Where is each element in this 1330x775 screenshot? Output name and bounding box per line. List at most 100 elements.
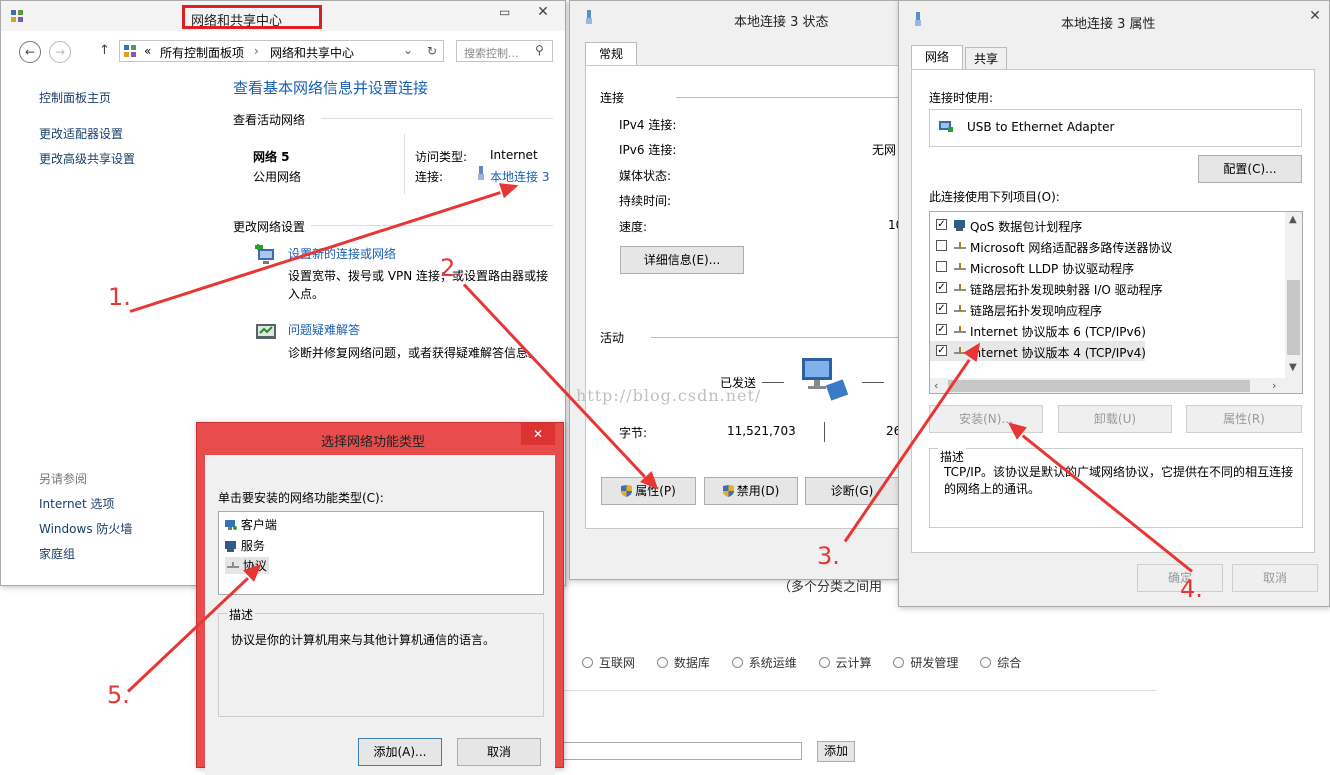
back-button[interactable]: ← — [19, 41, 41, 63]
see-also-homegroup[interactable]: 家庭组 — [39, 545, 75, 562]
component-checkbox[interactable] — [936, 240, 947, 251]
minimize-button[interactable]: ▭ — [499, 5, 510, 19]
category-radio[interactable]: 互联网 — [582, 656, 635, 670]
refresh-button[interactable]: ↻ — [422, 41, 442, 61]
item-properties-button[interactable]: 属性(R) — [1186, 405, 1302, 433]
uninstall-button[interactable]: 卸载(U) — [1058, 405, 1172, 433]
category-radio[interactable]: 研发管理 — [893, 656, 958, 670]
status-disable-button[interactable]: 禁用(D) — [704, 477, 798, 505]
select-cancel-button[interactable]: 取消 — [457, 738, 541, 766]
feature-service[interactable]: 服务 — [225, 537, 265, 554]
active-networks-divider — [321, 118, 553, 119]
feature-client[interactable]: 客户端 — [225, 516, 277, 533]
component-checkbox[interactable] — [936, 261, 947, 272]
search-input[interactable]: 搜索控制... ⚲ — [456, 40, 553, 62]
page-title: 查看基本网络信息并设置连接 — [233, 79, 429, 97]
protocol-icon — [227, 560, 239, 572]
component-list-item[interactable]: Microsoft LLDP 协议驱动程序 — [930, 257, 1280, 277]
component-label: Microsoft 网络适配器多路传送器协议 — [970, 241, 1173, 255]
see-also-firewall[interactable]: Windows 防火墙 — [39, 520, 132, 537]
change-settings-heading: 更改网络设置 — [233, 220, 306, 234]
component-checkbox[interactable]: ✓ — [936, 282, 947, 293]
feature-type-list[interactable]: 客户端 服务 协议 — [218, 511, 544, 595]
address-dropdown-icon[interactable]: ⌄ — [403, 43, 413, 57]
annotation-4: 4. — [1180, 575, 1203, 603]
up-button[interactable]: ↑ — [99, 43, 110, 58]
tag-add-button[interactable]: 添加 — [817, 741, 855, 762]
bytes-divider — [824, 422, 825, 442]
properties-network-panel: 连接时使用: USB to Ethernet Adapter 配置(C)... … — [911, 69, 1315, 553]
protocol-icon — [953, 239, 967, 253]
component-label: 链路层拓扑发现响应程序 — [970, 304, 1103, 318]
active-networks-heading: 查看活动网络 — [233, 113, 306, 127]
component-list-item[interactable]: ✓ QoS 数据包计划程序 — [930, 215, 1280, 235]
connection-label: 连接: — [415, 170, 444, 184]
client-icon — [225, 519, 237, 531]
vertical-scrollbar[interactable]: ▲ ▼ — [1285, 212, 1302, 379]
category-radio[interactable]: 数据库 — [656, 656, 710, 670]
configure-button[interactable]: 配置(C)... — [1198, 155, 1302, 183]
category-radio[interactable]: 综合 — [980, 656, 1021, 670]
component-list-item[interactable]: ✓ Internet 协议版本 6 (TCP/IPv6) — [930, 320, 1280, 340]
bytes-label: 字节: — [619, 426, 648, 440]
adapter-icon — [938, 118, 954, 134]
tab-general[interactable]: 常规 — [585, 42, 637, 66]
component-list-item[interactable]: ✓ 链路层拓扑发现响应程序 — [930, 299, 1280, 319]
component-checkbox[interactable]: ✓ — [936, 345, 947, 356]
breadcrumb-nsc[interactable]: 网络和共享中心 — [270, 44, 354, 61]
select-description-group: 描述 协议是你的计算机用来与其他计算机通信的语言。 — [218, 606, 544, 717]
sidebar-item-home[interactable]: 控制面板主页 — [39, 89, 111, 106]
horizontal-scrollbar[interactable]: ‹ › — [930, 378, 1302, 393]
add-button[interactable]: 添加(A)... — [358, 738, 442, 766]
component-checkbox[interactable]: ✓ — [936, 219, 947, 230]
tab-sharing[interactable]: 共享 — [965, 47, 1007, 69]
background-divider — [562, 690, 1157, 691]
search-icon[interactable]: ⚲ — [535, 43, 544, 57]
annotation-3: 3. — [817, 542, 840, 570]
network-type: 公用网络 — [253, 170, 302, 184]
component-list-item[interactable]: ✓ 链路层拓扑发现映射器 I/O 驱动程序 — [930, 278, 1280, 298]
select-dialog-close-button[interactable]: ✕ — [521, 423, 555, 445]
properties-close-button[interactable]: ✕ — [1295, 5, 1330, 27]
category-radio-group: 互联网 数据库 系统运维 云计算 研发管理 综合 — [582, 654, 1021, 671]
category-radio[interactable]: 云计算 — [818, 656, 872, 670]
components-list[interactable]: ✓ QoS 数据包计划程序 Microsoft 网络适配器多路传送器协议 Micros… — [929, 211, 1303, 394]
scroll-left-icon[interactable]: ‹ — [934, 379, 938, 392]
component-label: Internet 协议版本 4 (TCP/IPv4) — [970, 346, 1146, 360]
usb-adapter-icon — [476, 166, 486, 180]
nsc-close-button[interactable]: ✕ — [523, 1, 563, 23]
connection-status-window: 本地连接 3 状态 常规 连接 IPv4 连接: IPv6 连接: 无网 媒体状… — [569, 0, 906, 580]
component-checkbox[interactable]: ✓ — [936, 324, 947, 335]
forward-button[interactable]: → — [49, 41, 71, 63]
details-button[interactable]: 详细信息(E)... — [620, 246, 744, 274]
troubleshoot-link[interactable]: 问题疑难解答 — [288, 321, 360, 338]
see-also-internet-options[interactable]: Internet 选项 — [39, 495, 114, 512]
scroll-thumb[interactable] — [1287, 280, 1300, 355]
received-line — [862, 382, 884, 383]
watermark: http://blog.csdn.net/ — [576, 386, 762, 405]
hscroll-thumb[interactable] — [948, 380, 1250, 392]
component-list-item[interactable]: Microsoft 网络适配器多路传送器协议 — [930, 236, 1280, 256]
select-feature-dialog: 选择网络功能类型 ✕ 单击要安装的网络功能类型(C): 客户端 服务 协议 描述… — [196, 422, 564, 775]
ipv6-value: 无网 — [872, 143, 897, 157]
adapter-name: USB to Ethernet Adapter — [967, 120, 1115, 134]
uac-shield-icon — [722, 485, 734, 497]
breadcrumb-control-panel[interactable]: 所有控制面板项 — [160, 44, 244, 61]
component-checkbox[interactable]: ✓ — [936, 303, 947, 314]
scroll-right-icon[interactable]: › — [1272, 379, 1276, 392]
properties-cancel-button[interactable]: 取消 — [1232, 564, 1318, 592]
scroll-up-icon[interactable]: ▲ — [1289, 214, 1297, 225]
sidebar-item-advanced-sharing[interactable]: 更改高级共享设置 — [39, 150, 135, 167]
sidebar-item-adapter-settings[interactable]: 更改适配器设置 — [39, 125, 123, 142]
description-group: 描述 TCP/IP。该协议是默认的广域网络协议，它提供在不同的相互连接的网络上的… — [929, 448, 1303, 528]
category-radio[interactable]: 系统运维 — [731, 656, 797, 670]
select-dialog-body: 单击要安装的网络功能类型(C): 客户端 服务 协议 描述 协议是你的计算机用来… — [205, 455, 555, 775]
tag-input[interactable] — [562, 742, 802, 760]
address-bar[interactable]: « 所有控制面板项 › 网络和共享中心 ⌄ — [119, 40, 444, 62]
tab-network[interactable]: 网络 — [911, 45, 963, 69]
scroll-down-icon[interactable]: ▼ — [1289, 362, 1297, 373]
uac-shield-icon — [621, 485, 633, 497]
media-state-label: 媒体状态: — [619, 169, 672, 183]
items-label: 此连接使用下列项目(O): — [929, 190, 1060, 204]
duration-label: 持续时间: — [619, 194, 672, 208]
